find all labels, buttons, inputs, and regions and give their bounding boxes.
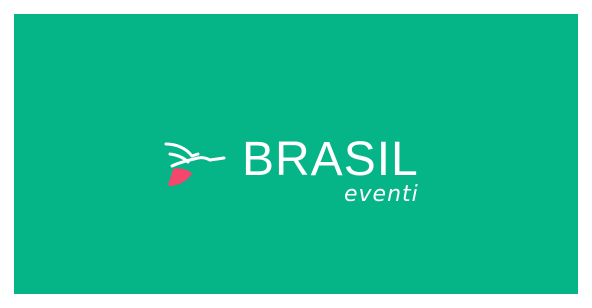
brand-name: BRASIL xyxy=(242,133,419,186)
brand-tagline: eventi xyxy=(344,182,419,207)
hummingbird-icon xyxy=(164,142,226,186)
banner: BRASIL eventi xyxy=(14,14,578,294)
brand-logo: BRASIL eventi xyxy=(162,133,482,230)
